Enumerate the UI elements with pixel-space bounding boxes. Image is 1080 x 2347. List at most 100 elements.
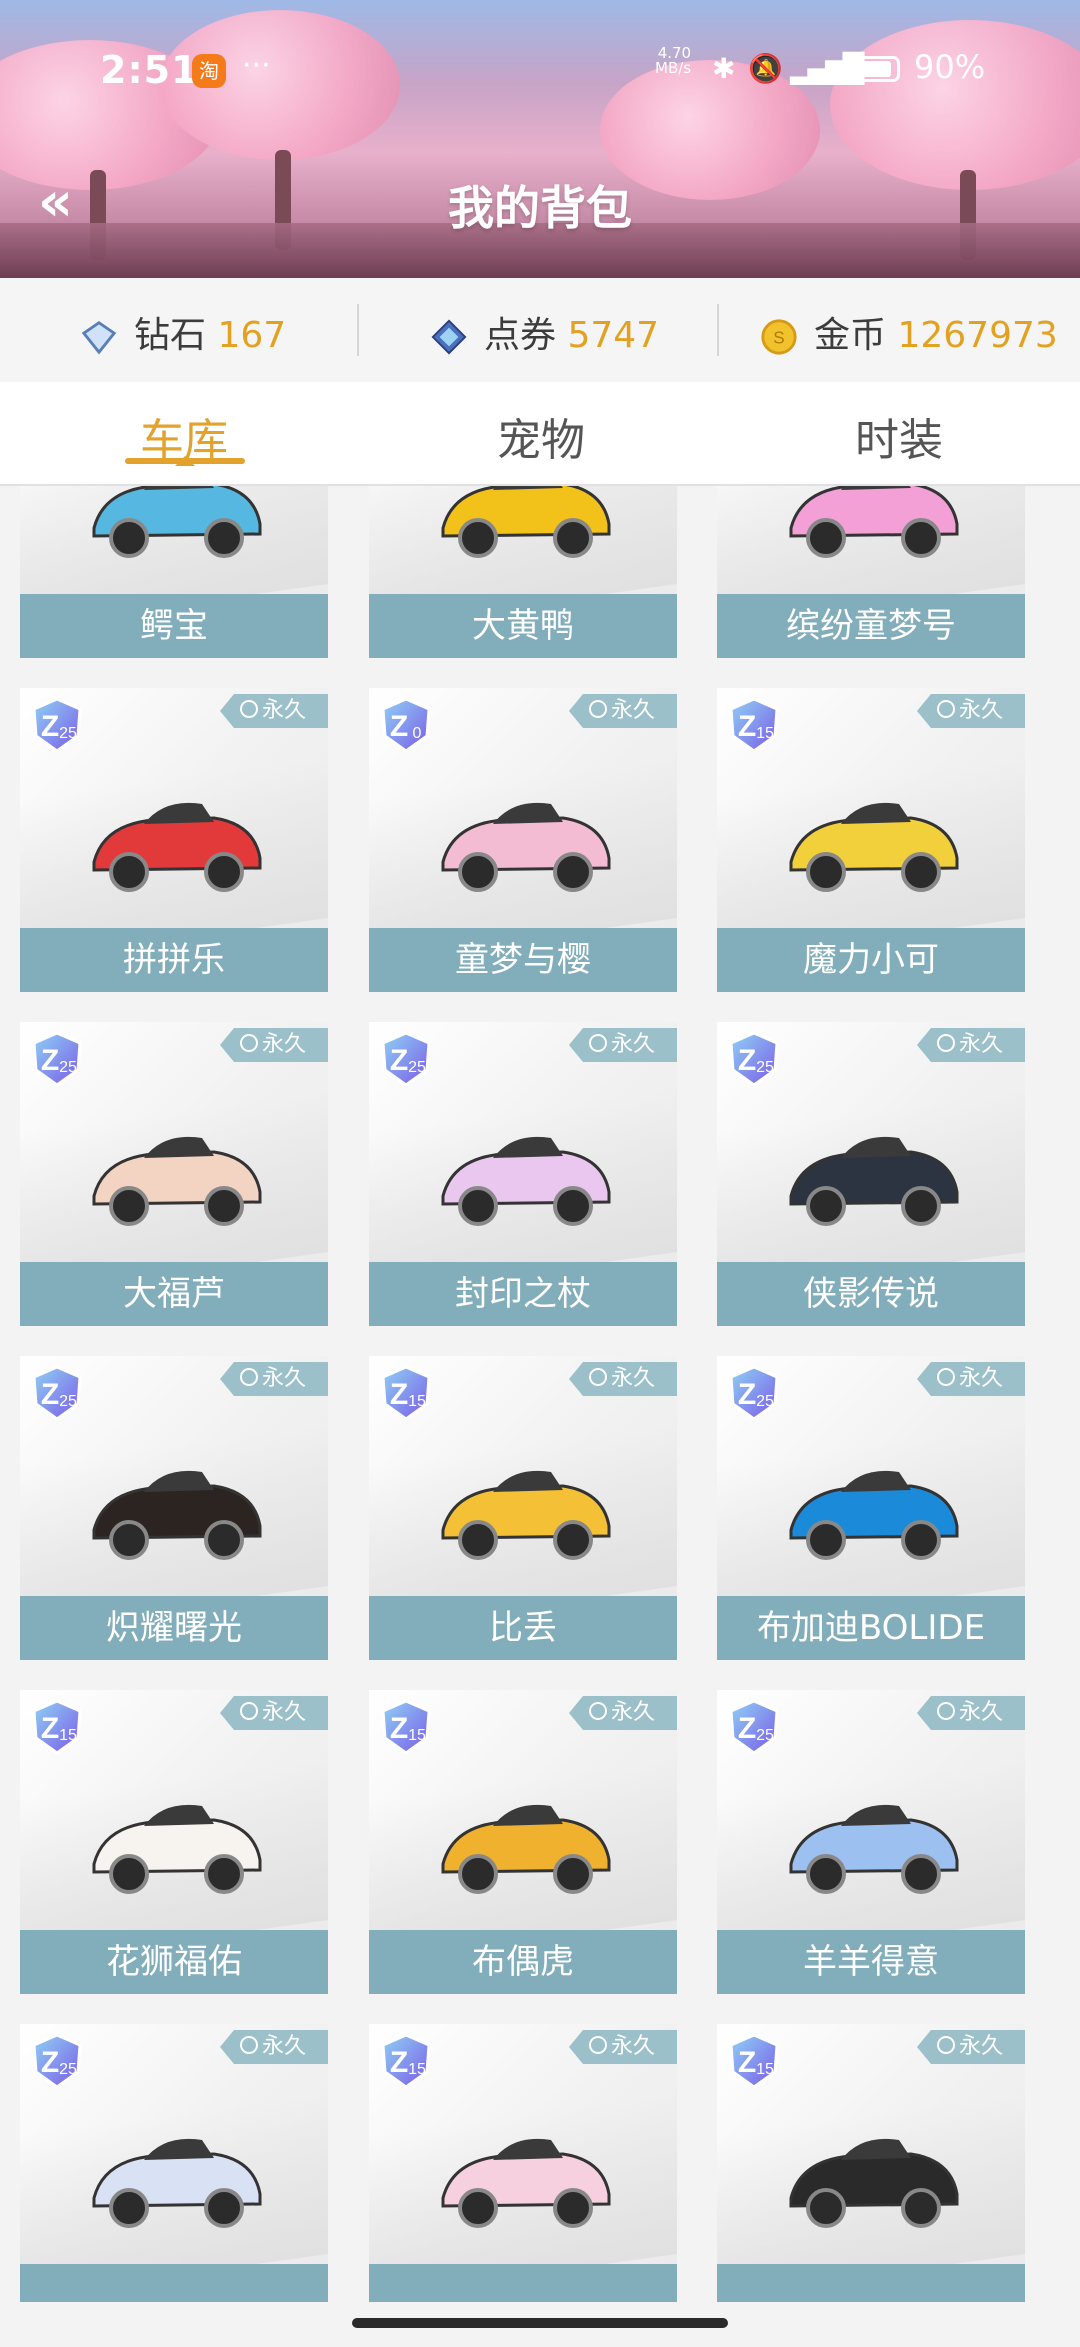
badge-label: 永久 — [611, 1700, 656, 1725]
vehicle-card[interactable]: Z 15 永久比丢 — [369, 1356, 677, 1660]
battery-icon — [850, 56, 900, 82]
gold-coin-icon: S — [761, 319, 797, 355]
vehicle-image — [92, 1804, 262, 1894]
vehicle-image — [789, 802, 959, 892]
svg-text:Z: Z — [738, 2046, 756, 2079]
clock-icon — [240, 1702, 258, 1720]
vehicle-name: 缤纷童梦号 — [717, 594, 1025, 658]
voucher-balance: 点券 5747 — [430, 306, 659, 356]
badge-label: 永久 — [611, 1366, 656, 1391]
vehicle-name — [369, 2264, 677, 2302]
vehicle-card[interactable]: Z 25 永久大福芦 — [20, 1022, 328, 1326]
home-indicator[interactable] — [352, 2318, 728, 2328]
svg-text:Z: Z — [41, 1044, 59, 1077]
tab-pets[interactable]: 宠物 — [497, 404, 585, 468]
permanent-badge: 永久 — [569, 694, 677, 728]
badge-label: 永久 — [959, 2034, 1004, 2059]
level-shield-icon: Z 25 — [729, 1699, 779, 1755]
vehicle-name: 鳄宝 — [20, 594, 328, 658]
level-shield-icon: Z 15 — [381, 2033, 431, 2089]
permanent-badge: 永久 — [917, 1696, 1025, 1730]
vehicle-card[interactable]: 缤纷童梦号 — [717, 486, 1025, 658]
level-emblem: Z 25 — [28, 1030, 86, 1088]
badge-label: 永久 — [262, 698, 307, 723]
clock-icon — [937, 2036, 955, 2054]
svg-text:Z: Z — [41, 2046, 59, 2079]
diamond-icon — [81, 321, 117, 355]
vehicle-card[interactable]: Z 15 永久魔力小可 — [717, 688, 1025, 992]
tab-indicator — [125, 456, 245, 466]
vehicle-name: 布偶虎 — [369, 1930, 677, 1994]
vehicle-name: 大黄鸭 — [369, 594, 677, 658]
vehicle-card[interactable]: Z 15 永久 — [369, 2024, 677, 2302]
tab-fashion[interactable]: 时装 — [855, 404, 943, 468]
level-emblem: Z 15 — [377, 1698, 435, 1756]
vehicle-image — [441, 1470, 611, 1560]
permanent-badge: 永久 — [917, 2030, 1025, 2064]
clock-icon — [240, 1034, 258, 1052]
vehicle-card[interactable]: Z 25 永久 封印之杖 — [369, 1022, 677, 1326]
vehicle-image — [441, 1804, 611, 1894]
status-bar: 2:51 淘 ··· 4.70 MB/s ✱ 🔕 ▂▄▆█ 90% — [0, 40, 1080, 100]
level-shield-icon: Z 25 — [32, 2033, 82, 2089]
level-shield-icon: Z 25 — [381, 1031, 431, 1087]
badge-label: 永久 — [959, 698, 1004, 723]
vehicle-name: 比丢 — [369, 1596, 677, 1660]
vehicle-card[interactable]: Z 15 永久 花狮福佑 — [20, 1690, 328, 1994]
level-emblem: Z 25 — [725, 1030, 783, 1088]
clock-icon — [240, 1368, 258, 1386]
permanent-badge: 永久 — [220, 1028, 328, 1062]
vehicle-card[interactable]: Z 25 永久侠影传说 — [717, 1022, 1025, 1326]
permanent-badge: 永久 — [569, 1362, 677, 1396]
vehicle-card[interactable]: Z 25 永久 炽耀曙光 — [20, 1356, 328, 1660]
badge-label: 永久 — [959, 1366, 1004, 1391]
svg-text:15: 15 — [756, 725, 774, 742]
badge-label: 永久 — [262, 1032, 307, 1057]
item-grid[interactable]: 鳄宝 大黄鸭 缤纷童梦号 Z 25 永久 拼拼乐 Z 0 永久 童梦与樱 Z 15 永久 魔力小可 Z 25 永久… — [20, 486, 1060, 2302]
level-emblem: Z 15 — [377, 1364, 435, 1422]
vehicle-name: 羊羊得意 — [717, 1930, 1025, 1994]
clock-icon — [589, 700, 607, 718]
level-emblem: Z 25 — [28, 2032, 86, 2090]
svg-text:Z: Z — [390, 1378, 408, 1411]
level-shield-icon: Z 15 — [729, 697, 779, 753]
level-emblem: Z 25 — [725, 1698, 783, 1756]
vehicle-card[interactable]: 大黄鸭 — [369, 486, 677, 658]
svg-text:Z: Z — [738, 1044, 756, 1077]
vehicle-name: 侠影传说 — [717, 1262, 1025, 1326]
permanent-badge: 永久 — [220, 694, 328, 728]
vehicle-image — [92, 486, 262, 558]
svg-text:25: 25 — [756, 1727, 774, 1744]
svg-text:Z: Z — [41, 1712, 59, 1745]
level-shield-icon: Z 15 — [32, 1699, 82, 1755]
vehicle-card[interactable]: Z 25 永久 布加迪BOLIDE — [717, 1356, 1025, 1660]
vehicle-card[interactable]: Z 0 永久 童梦与樱 — [369, 688, 677, 992]
vehicle-card[interactable]: Z 25 永久 — [20, 2024, 328, 2302]
vehicle-image — [789, 1804, 959, 1894]
vehicle-name: 魔力小可 — [717, 928, 1025, 992]
svg-text:25: 25 — [59, 1059, 77, 1076]
level-emblem: Z 15 — [377, 2032, 435, 2090]
svg-text:25: 25 — [756, 1393, 774, 1410]
clock-icon — [589, 1034, 607, 1052]
level-shield-icon: Z 15 — [381, 1365, 431, 1421]
level-emblem: Z 25 — [725, 1364, 783, 1422]
vehicle-card[interactable]: Z 25 永久羊羊得意 — [717, 1690, 1025, 1994]
vehicle-card[interactable]: Z 25 永久 拼拼乐 — [20, 688, 328, 992]
svg-text:Z: Z — [41, 710, 59, 743]
vehicle-name: 大福芦 — [20, 1262, 328, 1326]
vehicle-image — [92, 1136, 262, 1226]
bluetooth-icon: ✱ — [712, 52, 736, 85]
svg-text:25: 25 — [756, 1059, 774, 1076]
vehicle-name: 封印之杖 — [369, 1262, 677, 1326]
vehicle-name: 炽耀曙光 — [20, 1596, 328, 1660]
svg-text:25: 25 — [59, 2061, 77, 2078]
permanent-badge: 永久 — [917, 1028, 1025, 1062]
vehicle-image — [441, 486, 611, 558]
vehicle-card[interactable]: Z 15 永久布偶虎 — [369, 1690, 677, 1994]
badge-label: 永久 — [262, 2034, 307, 2059]
vehicle-name — [717, 2264, 1025, 2302]
level-shield-icon: Z 25 — [32, 1031, 82, 1087]
vehicle-card[interactable]: Z 15 永久 — [717, 2024, 1025, 2302]
vehicle-card[interactable]: 鳄宝 — [20, 486, 328, 658]
